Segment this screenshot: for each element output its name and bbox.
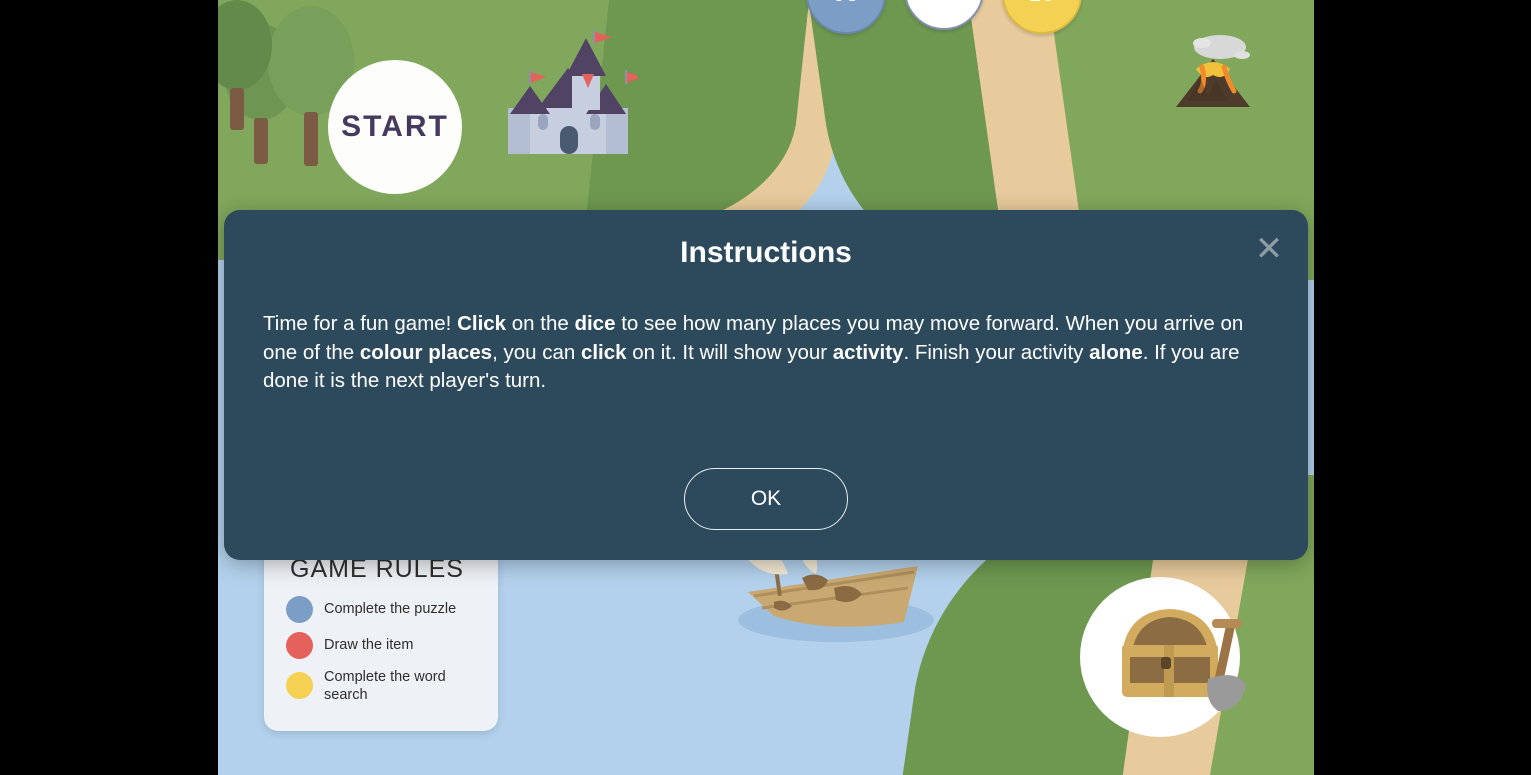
- modal-actions: OK: [224, 468, 1308, 530]
- modal-title: Instructions: [680, 236, 852, 269]
- screen: START GAME RULES Complete the puzzle Dra…: [0, 0, 1531, 775]
- emphasis-text: dice: [574, 312, 616, 335]
- ok-button[interactable]: OK: [684, 468, 848, 530]
- modal-overlay: Instructions ✕ Time for a fun game! Clic…: [0, 0, 1531, 775]
- body-text: , you can: [492, 340, 581, 364]
- instructions-modal: Instructions ✕ Time for a fun game! Clic…: [224, 210, 1308, 560]
- body-text: on it. It will show your: [626, 340, 833, 364]
- emphasis-text: activity: [832, 340, 904, 364]
- emphasis-text: alone: [1089, 340, 1143, 364]
- emphasis-text: Click: [457, 312, 507, 335]
- body-text: on the: [506, 312, 575, 335]
- close-icon[interactable]: ✕: [1252, 232, 1286, 266]
- emphasis-text: colour places: [359, 340, 493, 364]
- emphasis-text: click: [580, 340, 627, 364]
- body-text: Time for a fun game!: [263, 312, 458, 335]
- modal-body-text: Time for a fun game! Click on the dice t…: [258, 310, 1274, 396]
- body-text: . Finish your activity: [903, 340, 1090, 364]
